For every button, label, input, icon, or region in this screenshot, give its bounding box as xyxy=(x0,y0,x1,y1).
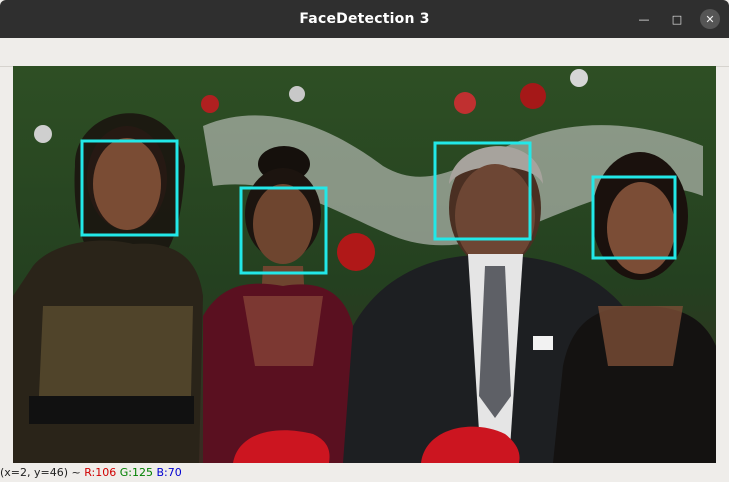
image-canvas[interactable] xyxy=(13,66,716,463)
red-value: R:106 xyxy=(84,466,117,479)
toolbar xyxy=(0,38,729,67)
ornament xyxy=(454,92,476,114)
window-title: FaceDetection 3 xyxy=(299,11,430,27)
ornament xyxy=(34,125,52,143)
maximize-icon[interactable]: □ xyxy=(667,9,687,29)
green-value: G:125 xyxy=(119,466,153,479)
minimize-icon[interactable]: — xyxy=(634,9,654,29)
ornament xyxy=(337,233,375,271)
ornament xyxy=(570,69,588,87)
cursor-coords: (x=2, y=46) ~ xyxy=(0,466,81,479)
blue-value: B:70 xyxy=(156,466,182,479)
ornament xyxy=(289,86,305,102)
ornament xyxy=(520,83,546,109)
close-icon[interactable]: ✕ xyxy=(700,9,720,29)
detection-photo xyxy=(13,66,716,463)
pixel-status: (x=2, y=46) ~ R:106 G:125 B:70 xyxy=(0,466,729,482)
window-titlebar[interactable]: FaceDetection 3 — □ ✕ xyxy=(0,0,729,38)
ornament xyxy=(201,95,219,113)
